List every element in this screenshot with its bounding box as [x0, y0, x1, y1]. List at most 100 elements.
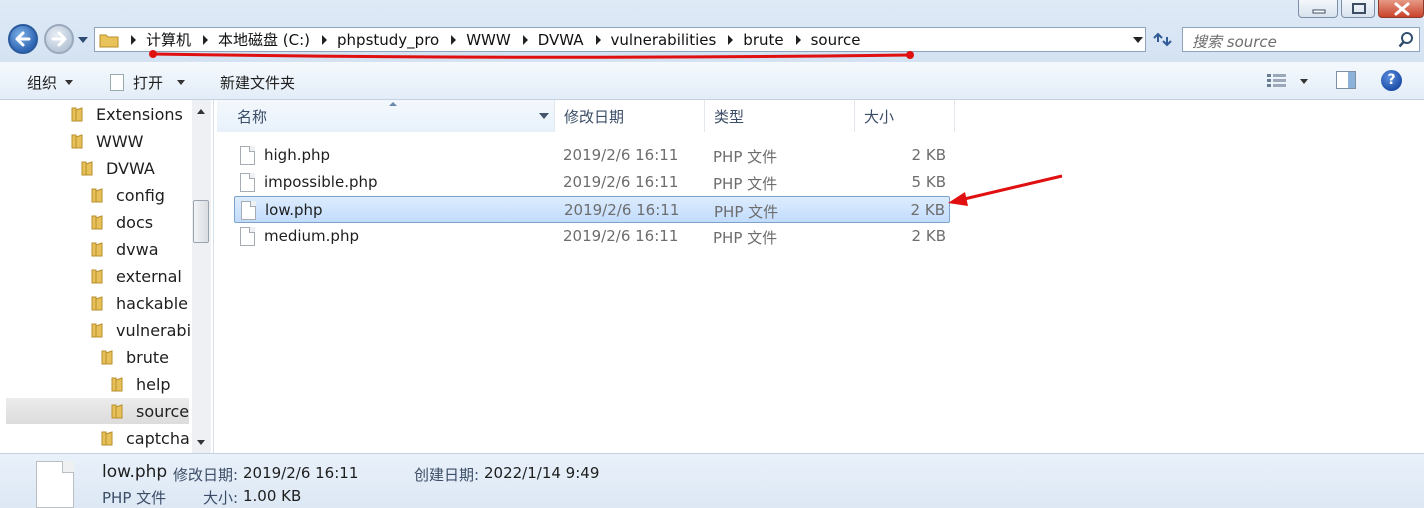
details-created-value: 2022/1/14 9:49 [484, 464, 600, 482]
search-icon[interactable] [1398, 32, 1414, 48]
details-size-label: 大小: [203, 489, 239, 507]
address-bar[interactable]: 计算机 本地磁盘 (C:) phpstudy_pro WWW DVWA vuln… [94, 27, 1146, 52]
minimize-button[interactable] [1298, 0, 1338, 18]
navigation-scrollbar[interactable] [192, 100, 211, 453]
breadcrumb-label: 本地磁盘 (C:) [218, 31, 311, 49]
folder-icon [101, 350, 113, 365]
tree-item-brute[interactable]: brute [100, 344, 169, 370]
forward-button[interactable] [44, 24, 74, 54]
file-type: PHP 文件 [714, 203, 779, 221]
minimize-icon [1312, 9, 1326, 14]
file-name: low.php [265, 201, 323, 219]
details-size-value: 1.00 KB [243, 487, 302, 505]
recent-pages-chevron-icon[interactable] [77, 34, 89, 46]
scroll-up-icon[interactable] [197, 109, 205, 114]
file-icon [110, 74, 124, 91]
column-header-date[interactable]: 修改日期 [555, 100, 705, 132]
open-menu[interactable]: 打开 [110, 72, 186, 93]
scroll-down-icon[interactable] [197, 440, 205, 445]
navigation-pane[interactable]: Extensions WWW DVWA config docs dvwa external h… [0, 100, 214, 453]
file-row-selected[interactable]: low.php 2019/2/6 16:11 PHP 文件 2 KB [234, 196, 950, 223]
folder-icon [91, 323, 103, 338]
tree-item-label: source [136, 401, 190, 421]
details-modified-value: 2019/2/6 16:11 [243, 464, 359, 482]
breadcrumb-source[interactable]: source [811, 31, 861, 49]
tree-item-extensions[interactable]: Extensions [70, 101, 183, 127]
sort-ascending-icon [389, 102, 397, 106]
tree-item-docs[interactable]: docs [90, 209, 153, 235]
breadcrumb-www[interactable]: WWW [466, 31, 538, 49]
file-row[interactable]: impossible.php 2019/2/6 16:11 PHP 文件 5 K… [234, 169, 950, 196]
file-type: PHP 文件 [713, 148, 778, 166]
php-file-icon [241, 201, 256, 220]
column-header-name[interactable]: 名称 [217, 100, 555, 132]
breadcrumb-separator-icon[interactable] [595, 34, 601, 45]
tree-item-label: docs [116, 212, 154, 232]
close-icon [1394, 2, 1410, 16]
breadcrumb-computer[interactable]: 计算机 [146, 29, 218, 50]
file-row[interactable]: medium.php 2019/2/6 16:11 PHP 文件 2 KB [234, 223, 950, 250]
breadcrumb-dvwa[interactable]: DVWA [538, 31, 611, 49]
folder-icon [111, 404, 123, 419]
maximize-button[interactable] [1341, 0, 1375, 18]
chevron-down-icon [177, 80, 186, 85]
refresh-icon[interactable] [1150, 27, 1176, 52]
tree-item-label: WWW [96, 131, 144, 151]
file-date: 2019/2/6 16:11 [563, 173, 679, 191]
breadcrumb-separator-icon[interactable] [131, 34, 136, 45]
tree-item-captcha[interactable]: captcha [100, 425, 190, 451]
folder-icon [91, 215, 103, 230]
search-input[interactable]: 搜索 source [1182, 27, 1420, 52]
preview-pane-icon[interactable] [1336, 71, 1356, 89]
tree-item-source[interactable]: source [6, 398, 189, 424]
tree-item-hackable[interactable]: hackable [90, 290, 188, 316]
file-name: impossible.php [264, 173, 378, 191]
breadcrumb-separator-icon[interactable] [795, 34, 801, 45]
breadcrumb-brute[interactable]: brute [743, 31, 810, 49]
tree-item-label: help [136, 374, 171, 394]
breadcrumb-label: vulnerabilities [610, 30, 717, 49]
file-size: 2 KB [911, 146, 946, 164]
scrollbar-thumb[interactable] [193, 200, 209, 243]
close-button[interactable] [1378, 0, 1424, 18]
chevron-down-icon [65, 80, 74, 85]
address-history-dropdown-icon[interactable] [1133, 37, 1143, 43]
breadcrumb-separator-icon[interactable] [522, 34, 528, 45]
change-view-icon[interactable] [1266, 72, 1288, 90]
column-header-type[interactable]: 类型 [705, 100, 855, 132]
tree-item-dvwa[interactable]: dvwa [90, 236, 159, 262]
back-button[interactable] [8, 24, 38, 54]
breadcrumb-separator-icon[interactable] [451, 34, 457, 45]
tree-item-help[interactable]: help [110, 371, 171, 397]
tree-item-config[interactable]: config [90, 182, 165, 208]
tree-item-www[interactable]: WWW [70, 128, 143, 154]
folder-icon [81, 161, 93, 176]
breadcrumb-phpstudy[interactable]: phpstudy_pro [337, 31, 466, 49]
help-icon[interactable]: ? [1381, 70, 1402, 91]
tree-item-external[interactable]: external [90, 263, 182, 289]
command-bar: 组织 打开 新建文件夹 ? [0, 62, 1424, 100]
breadcrumb-separator-icon[interactable] [728, 34, 734, 45]
php-file-icon [240, 227, 255, 246]
folder-icon [101, 431, 113, 446]
column-filter-chevron-icon[interactable] [539, 113, 549, 119]
breadcrumb-separator-icon[interactable] [322, 34, 328, 45]
folder-icon [99, 34, 119, 47]
file-row[interactable]: high.php 2019/2/6 16:11 PHP 文件 2 KB [234, 142, 950, 169]
organize-menu[interactable]: 组织 [27, 72, 74, 93]
column-label: 类型 [714, 107, 745, 126]
view-options-chevron-icon[interactable] [1300, 79, 1308, 84]
column-label: 修改日期 [564, 107, 625, 126]
new-folder-label: 新建文件夹 [220, 74, 296, 92]
details-type: PHP 文件 [102, 489, 167, 507]
breadcrumb-label: 计算机 [146, 31, 192, 49]
file-size: 2 KB [911, 227, 946, 245]
column-header-size[interactable]: 大小 [855, 100, 955, 132]
tree-item-dvwa[interactable]: DVWA [80, 155, 155, 181]
new-folder-button[interactable]: 新建文件夹 [220, 72, 295, 93]
file-date: 2019/2/6 16:11 [563, 227, 679, 245]
breadcrumb-separator-icon[interactable] [203, 34, 209, 45]
breadcrumb-vulnerabilities[interactable]: vulnerabilities [611, 31, 744, 49]
breadcrumb [119, 34, 146, 45]
breadcrumb-local-disk[interactable]: 本地磁盘 (C:) [218, 29, 337, 50]
